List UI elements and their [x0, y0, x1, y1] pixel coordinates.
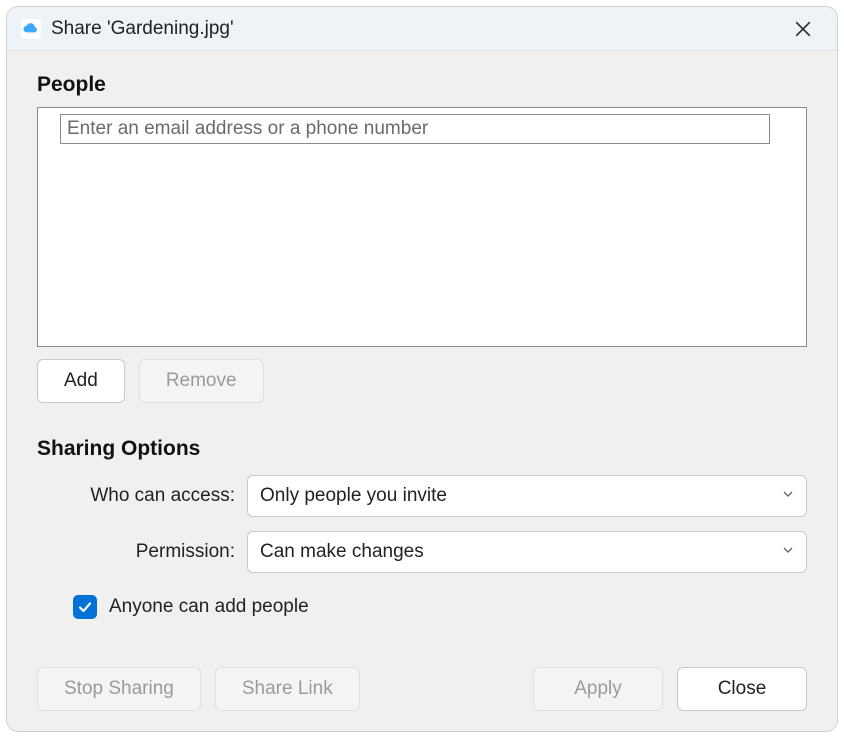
dialog-footer: Stop Sharing Share Link Apply Close [37, 647, 807, 711]
who-can-access-value: Only people you invite [260, 485, 447, 507]
permission-select[interactable]: Can make changes [247, 531, 807, 573]
chevron-down-icon [782, 487, 794, 505]
cloud-icon [21, 19, 41, 39]
chevron-down-icon [782, 543, 794, 561]
anyone-can-add-row: Anyone can add people [37, 595, 807, 619]
who-can-access-select[interactable]: Only people you invite [247, 475, 807, 517]
apply-button[interactable]: Apply [533, 667, 663, 711]
people-list-box [37, 107, 807, 347]
who-can-access-row: Who can access: Only people you invite [37, 475, 807, 517]
sharing-options-section: Sharing Options Who can access: Only peo… [37, 437, 807, 619]
permission-row: Permission: Can make changes [37, 531, 807, 573]
footer-spacer [374, 667, 519, 711]
sharing-options-heading: Sharing Options [37, 437, 807, 461]
permission-label: Permission: [37, 541, 247, 563]
anyone-can-add-label: Anyone can add people [109, 596, 309, 618]
close-icon[interactable] [783, 9, 823, 49]
close-button[interactable]: Close [677, 667, 807, 711]
people-input[interactable] [60, 114, 770, 144]
share-link-button[interactable]: Share Link [215, 667, 360, 711]
share-dialog: Share 'Gardening.jpg' People Add Remove … [6, 6, 838, 732]
anyone-can-add-checkbox[interactable] [73, 595, 97, 619]
titlebar: Share 'Gardening.jpg' [7, 7, 837, 51]
dialog-content: People Add Remove Sharing Options Who ca… [7, 51, 837, 731]
window-title: Share 'Gardening.jpg' [51, 18, 783, 40]
add-button[interactable]: Add [37, 359, 125, 403]
who-can-access-label: Who can access: [37, 485, 247, 507]
people-buttons-row: Add Remove [37, 359, 807, 403]
people-heading: People [37, 73, 807, 97]
stop-sharing-button[interactable]: Stop Sharing [37, 667, 201, 711]
remove-button[interactable]: Remove [139, 359, 264, 403]
permission-value: Can make changes [260, 541, 424, 563]
